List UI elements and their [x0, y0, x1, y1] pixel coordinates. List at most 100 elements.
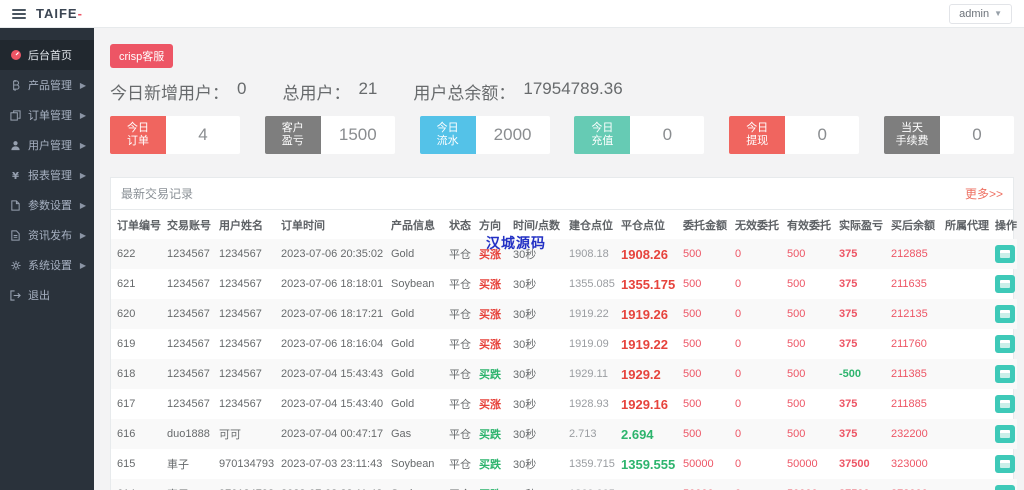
sidebar-item-1[interactable]: 产品管理 ▶: [0, 70, 94, 100]
card-label: 客户 盈亏: [264, 116, 321, 154]
sidebar-item-7[interactable]: 系统设置 ▶: [0, 250, 94, 280]
detail-icon: [1000, 280, 1010, 288]
cell-close: 1908.26: [621, 246, 668, 262]
cell-duration: 30秒: [513, 339, 537, 351]
cell-agent: [939, 329, 989, 359]
table-row: 616 duo1888 可可 2023-07-04 00:47:17 Gas 平仓 买跌 30…: [111, 419, 1017, 449]
cell-account: 車子: [161, 479, 213, 490]
sidebar-item-label: 订单管理: [28, 110, 72, 122]
dashboard-icon: [8, 49, 23, 61]
app-logo: TAIFE-: [36, 6, 83, 21]
cell-amount: 500: [683, 248, 702, 260]
chevron-right-icon: ▶: [79, 260, 86, 270]
chevron-right-icon: ▶: [79, 170, 86, 180]
cell-id: 618: [117, 368, 136, 380]
cell-profit: 375: [839, 428, 858, 440]
cell-duration: 30秒: [513, 429, 537, 441]
order-detail-button[interactable]: [995, 365, 1015, 383]
table-row: 617 1234567 1234567 2023-07-04 15:43:40 Gold…: [111, 389, 1017, 419]
detail-icon: [1000, 310, 1010, 318]
cell-agent: [939, 239, 989, 269]
cell-id: 614: [111, 479, 161, 490]
cell-time: 2023-07-06 20:35:02: [281, 248, 384, 260]
summary-card-4: 今日 提现 0: [729, 116, 860, 154]
cell-valid: 500: [787, 428, 806, 440]
column-header: 买后余额: [891, 220, 935, 232]
card-label: 当天 手续费: [883, 116, 940, 154]
cell-id: 620: [117, 308, 136, 320]
sidebar-item-8[interactable]: 退出: [0, 280, 94, 310]
table-row: 622 1234567 1234567 2023-07-06 20:35:02 Gold…: [111, 239, 1017, 269]
cell-balance: 211635: [891, 278, 927, 290]
cell-valid: 50000: [787, 458, 818, 470]
user-menu-button[interactable]: admin ▼: [949, 3, 1012, 24]
cell-balance: 211760: [891, 338, 927, 350]
cell-product: Gold: [391, 308, 415, 320]
chevron-right-icon: ▶: [79, 230, 86, 240]
sidebar-item-4[interactable]: ¥ 报表管理 ▶: [0, 160, 94, 190]
cell-time: 2023-07-06 18:18:01: [281, 278, 384, 290]
cell-amount: 500: [683, 398, 702, 410]
latest-trades-card: 最新交易记录 更多>> 订单编号 交易账号 用户姓名 订单时间 产品信息 状态 方向 时间/点…: [110, 177, 1017, 490]
cell-name: 可可: [219, 429, 241, 441]
cell-account: duo1888: [167, 428, 210, 440]
cell-agent: [939, 419, 989, 449]
column-header: 无效委托: [735, 220, 779, 232]
sidebar-item-6[interactable]: 资讯发布 ▶: [0, 220, 94, 250]
cell-agent: [939, 299, 989, 329]
order-detail-button[interactable]: [995, 335, 1015, 353]
detail-icon: [1000, 430, 1010, 438]
table-row: 619 1234567 1234567 2023-07-06 18:16:04 Gold…: [111, 329, 1017, 359]
stat-pair-0: 今日新增用户： 0: [110, 79, 246, 104]
sidebar-item-0[interactable]: 后台首页: [0, 40, 94, 70]
cell-valid: 500: [787, 248, 806, 260]
cell-duration: 30秒: [513, 279, 537, 291]
cell-amount: 50000: [677, 479, 729, 490]
cell-id: 619: [117, 338, 136, 350]
sidebar-item-3[interactable]: 用户管理 ▶: [0, 130, 94, 160]
order-detail-button[interactable]: [995, 395, 1015, 413]
crisp-support-button[interactable]: crisp客服: [110, 44, 174, 68]
cell-amount: 500: [683, 368, 702, 380]
cell-close: 1919.26: [621, 306, 668, 322]
cell-id: 622: [117, 248, 136, 260]
stat-cards: 今日 订单 4 客户 盈亏 1500 今日 流水 2000 今日 充值 0 今日 提现 0 当天 手续费 0: [110, 116, 1014, 154]
cell-amount: 500: [683, 308, 702, 320]
cell-name: 1234567: [219, 248, 262, 260]
order-detail-button[interactable]: [995, 305, 1015, 323]
order-detail-button[interactable]: [995, 485, 1015, 490]
sidebar-item-label: 参数设置: [28, 200, 72, 212]
cell-duration: 30秒: [513, 459, 537, 471]
cell-product: Soybean: [391, 278, 435, 290]
summary-card-0: 今日 订单 4: [110, 116, 240, 154]
cell-name: 1234567: [219, 338, 262, 350]
more-link[interactable]: 更多>>: [965, 185, 1003, 202]
cell-duration: 30秒: [507, 479, 563, 490]
column-header: 交易账号: [167, 220, 211, 232]
cell-open: 1359.715: [569, 458, 615, 470]
order-detail-button[interactable]: [995, 245, 1015, 263]
sidebar-item-5[interactable]: 参数设置 ▶: [0, 190, 94, 220]
cell-profit: 37500: [839, 458, 870, 470]
cell-profit: 375: [839, 398, 858, 410]
menu-toggle-icon[interactable]: [12, 8, 26, 19]
detail-icon: [1000, 340, 1010, 348]
detail-icon: [1000, 460, 1010, 468]
sidebar-item-label: 产品管理: [28, 80, 72, 92]
chevron-right-icon: ▶: [79, 110, 86, 120]
order-detail-button[interactable]: [995, 455, 1015, 473]
stat-value: 21: [358, 79, 378, 98]
order-detail-button[interactable]: [995, 275, 1015, 293]
cell-duration: 30秒: [513, 309, 537, 321]
column-header: 用户姓名: [219, 220, 263, 232]
sidebar-item-2[interactable]: 订单管理 ▶: [0, 100, 94, 130]
column-header: 订单编号: [117, 220, 161, 232]
cell-name: 1234567: [219, 368, 262, 380]
card-value: 0: [817, 125, 827, 144]
cell-amount: 500: [683, 338, 702, 350]
cell-direction: 买跌: [479, 369, 501, 381]
card-label: 今日 提现: [729, 116, 786, 154]
table-row: 615 車子 970134793 2023-07-03 23:11:43 Soybean…: [111, 449, 1017, 479]
cell-profit: 375: [839, 278, 858, 290]
order-detail-button[interactable]: [995, 425, 1015, 443]
